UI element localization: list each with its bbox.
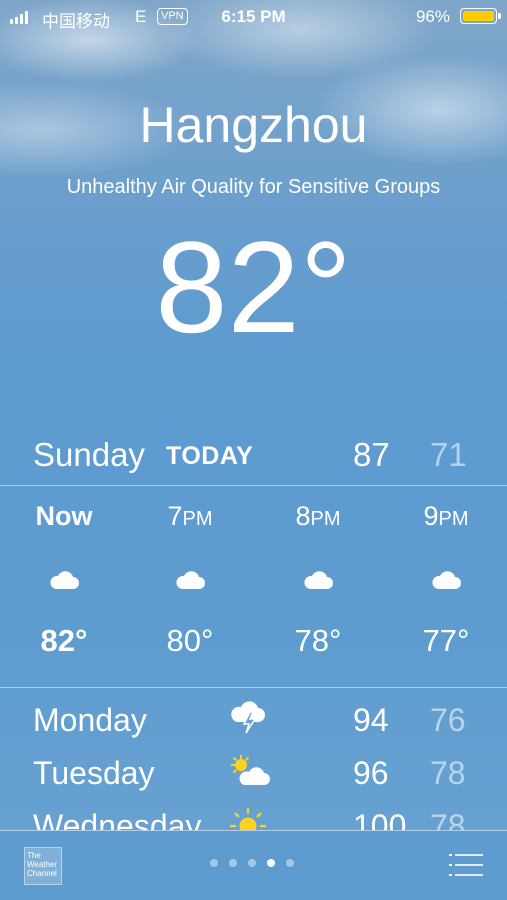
- hourly-item: 7PM 80°: [130, 487, 250, 659]
- daily-forecast[interactable]: Monday 94 76 Tuesday 96 78 Wednesday 100…: [0, 690, 507, 830]
- page-dot[interactable]: [210, 859, 218, 867]
- page-dot[interactable]: [229, 859, 237, 867]
- hour-temp: 77°: [422, 623, 470, 658]
- status-bar: 中国移动 E VPN 6:15 PM 96%: [0, 0, 507, 34]
- day-low: 78: [430, 755, 466, 791]
- day-low: 78: [430, 808, 466, 830]
- hourly-item: Now 82°: [4, 487, 124, 659]
- bottom-toolbar: The Weather Channel: [0, 831, 507, 900]
- today-summary: Sunday TODAY 87 71: [0, 432, 507, 482]
- hourly-item: 9PM 77°: [386, 487, 506, 659]
- divider: [0, 485, 507, 486]
- page-dot[interactable]: [248, 859, 256, 867]
- hourly-forecast[interactable]: Now 82° 7PM 80° 8PM 78° 9PM 77°: [0, 487, 507, 687]
- day-name: Wednesday: [33, 808, 202, 830]
- day-high: 96: [353, 755, 389, 791]
- battery-icon: [460, 8, 501, 24]
- today-day-name: Sunday: [33, 436, 145, 473]
- battery-percent: 96%: [415, 7, 450, 26]
- daily-row: Wednesday 100 78: [0, 800, 507, 830]
- hour-label: 8: [295, 501, 311, 531]
- today-high: 87: [353, 436, 390, 473]
- city-list-icon[interactable]: [449, 853, 483, 877]
- today-low: 71: [430, 436, 467, 473]
- daily-row: Monday 94 76: [0, 694, 507, 746]
- hour-temp: 78°: [294, 623, 342, 658]
- page-dot[interactable]: [286, 859, 294, 867]
- day-name: Monday: [33, 702, 147, 738]
- day-high: 100: [353, 808, 407, 830]
- page-indicator[interactable]: [210, 859, 294, 867]
- cloud-icon: [4, 569, 124, 593]
- day-low: 76: [430, 702, 466, 738]
- day-name: Tuesday: [33, 755, 155, 791]
- partly-sunny-icon: [228, 753, 272, 797]
- daily-row: Tuesday 96 78: [0, 747, 507, 799]
- sunny-icon: [228, 806, 268, 830]
- cloud-icon: [386, 569, 506, 593]
- day-high: 94: [353, 702, 389, 738]
- hour-temp: 80°: [166, 623, 214, 658]
- cloud-icon: [130, 569, 250, 593]
- hour-label: 7: [167, 501, 183, 531]
- page-dot-active[interactable]: [267, 859, 275, 867]
- weather-channel-logo[interactable]: The Weather Channel: [24, 847, 62, 885]
- current-temperature: 82°: [155, 214, 352, 360]
- thunderstorm-icon: [228, 700, 268, 744]
- condition-text: Unhealthy Air Quality for Sensitive Grou…: [66, 176, 441, 198]
- today-label: TODAY: [166, 442, 254, 470]
- hour-temp: 82°: [40, 623, 88, 658]
- divider: [0, 687, 507, 688]
- cloud-icon: [258, 569, 378, 593]
- city-name: Hangzhou: [139, 97, 368, 153]
- hour-label: 9: [423, 501, 439, 531]
- hourly-item: 8PM 78°: [258, 487, 378, 659]
- hour-label: Now: [35, 501, 93, 531]
